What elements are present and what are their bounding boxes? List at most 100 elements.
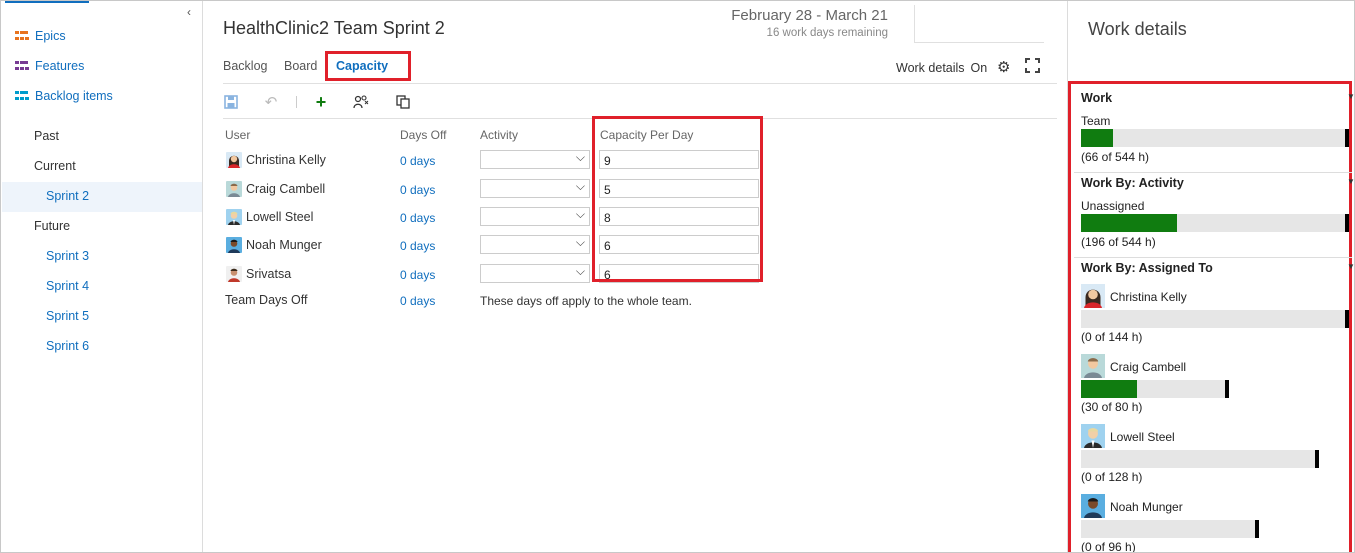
user-name: Christina Kelly — [246, 153, 326, 167]
team-days-off-label: Team Days Off — [225, 293, 308, 307]
save-icon[interactable] — [222, 93, 240, 111]
fullscreen-icon[interactable] — [1025, 58, 1040, 73]
work-details-state: On — [970, 61, 988, 75]
column-header-user: User — [225, 128, 251, 142]
capacity-tab-highlight — [325, 51, 411, 81]
team-days-off-link[interactable]: 0 days — [400, 294, 435, 308]
avatar — [1081, 284, 1105, 308]
sidebar-item-label: Backlog items — [35, 89, 113, 103]
capacity-marker — [1345, 129, 1349, 147]
assignee-bar — [1081, 310, 1349, 328]
column-header-activity: Activity — [480, 128, 519, 142]
assignee-summary: (0 of 128 h) — [1081, 470, 1143, 484]
work-details-panel: Work details Work ▼ Team (66 of 544 h) W… — [1067, 1, 1354, 552]
days-off-link[interactable]: 0 days — [400, 211, 435, 225]
add-icon[interactable]: + — [312, 92, 330, 112]
chevron-down-icon: ⌵ — [575, 207, 585, 221]
assignee-name: Christina Kelly — [1110, 290, 1187, 304]
caret-down-icon[interactable]: ▼ — [1347, 262, 1354, 271]
work-details-highlight: Work ▼ Team (66 of 544 h) Work By: Activ… — [1068, 81, 1354, 552]
activity-select[interactable]: ⌵ — [480, 207, 590, 226]
chevron-down-icon: ⌵ — [575, 235, 585, 249]
sidebar-group-future[interactable]: Future — [34, 219, 70, 233]
days-off-link[interactable]: 0 days — [400, 183, 435, 197]
tab-board[interactable]: Board — [284, 59, 317, 73]
activity-select[interactable]: ⌵ — [480, 179, 590, 198]
capacity-marker — [1345, 214, 1349, 232]
bar-fill — [1081, 380, 1137, 398]
assignee-name: Noah Munger — [1110, 500, 1183, 514]
tab-backlog[interactable]: Backlog — [223, 59, 267, 73]
section-divider — [1074, 257, 1352, 258]
capacity-marker — [1255, 520, 1259, 538]
work-details-toggle[interactable]: Work details On — [896, 61, 987, 75]
backlog-item-icon — [15, 91, 29, 101]
sidebar-item-label: Features — [35, 59, 85, 73]
user-name: Lowell Steel — [246, 210, 314, 224]
undo-icon[interactable]: ↶ — [262, 93, 280, 111]
days-off-link[interactable]: 0 days — [400, 239, 435, 253]
work-days-remaining: 16 work days remaining — [766, 27, 888, 39]
avatar — [226, 152, 242, 168]
section-title-by-activity[interactable]: Work By: Activity — [1081, 176, 1184, 190]
section-divider — [1074, 172, 1352, 173]
avatar — [1081, 494, 1105, 518]
capacity-marker — [1345, 310, 1349, 328]
sidebar-item-sprint-3[interactable]: Sprint 3 — [46, 249, 89, 263]
sidebar-item-sprint-5[interactable]: Sprint 5 — [46, 309, 89, 323]
toolbar-separator — [296, 96, 297, 108]
caret-down-icon[interactable]: ▼ — [1347, 92, 1354, 101]
assignee-bar — [1081, 520, 1259, 538]
gear-icon[interactable]: ⚙ — [997, 58, 1010, 76]
avatar — [1081, 424, 1105, 448]
sidebar-item-sprint-2[interactable]: Sprint 2 — [46, 189, 89, 203]
activity-select[interactable]: ⌵ — [480, 150, 590, 169]
left-sidebar: ‹ Epics Features Backlog items Past Curr… — [1, 1, 203, 552]
bar-fill — [1081, 129, 1113, 147]
activity-select[interactable]: ⌵ — [480, 235, 590, 254]
date-divider — [914, 5, 1044, 43]
days-off-link[interactable]: 0 days — [400, 154, 435, 168]
user-name: Srivatsa — [246, 267, 292, 281]
chevron-down-icon: ⌵ — [575, 179, 585, 193]
activity-unassigned-summary: (196 of 544 h) — [1081, 235, 1156, 249]
team-days-off-row: Team Days Off 0 days These days off appl… — [204, 289, 764, 311]
work-details-title: Work details — [1088, 19, 1187, 39]
caret-down-icon[interactable]: ▼ — [1347, 177, 1354, 186]
work-details-label: Work details — [896, 61, 965, 75]
avatar — [226, 181, 242, 197]
chevron-left-icon[interactable]: ‹ — [187, 5, 191, 19]
user-name: Noah Munger — [246, 238, 322, 252]
sprint-date-range: February 28 - March 21 — [731, 7, 888, 24]
copy-icon[interactable] — [394, 93, 412, 111]
sidebar-item-sprint-6[interactable]: Sprint 6 — [46, 339, 89, 353]
add-missing-members-icon[interactable] — [352, 93, 370, 111]
section-title-by-assigned[interactable]: Work By: Assigned To — [1081, 261, 1213, 275]
capacity-marker — [1225, 380, 1229, 398]
chevron-down-icon: ⌵ — [575, 264, 585, 278]
avatar — [226, 209, 242, 225]
sidebar-active-indicator — [5, 1, 89, 3]
chevron-down-icon: ⌵ — [575, 150, 585, 164]
assignee-name: Lowell Steel — [1110, 430, 1175, 444]
work-team-bar — [1081, 129, 1349, 147]
sidebar-selection-highlight — [2, 182, 202, 212]
work-team-summary: (66 of 544 h) — [1081, 150, 1150, 164]
assignee-summary: (30 of 80 h) — [1081, 400, 1143, 414]
sidebar-item-features[interactable]: Features — [15, 56, 84, 76]
column-header-days-off: Days Off — [400, 128, 447, 142]
page-title: HealthClinic2 Team Sprint 2 — [223, 18, 445, 38]
sidebar-item-backlog-items[interactable]: Backlog items — [15, 86, 113, 106]
activity-select[interactable]: ⌵ — [480, 264, 590, 283]
team-days-off-note: These days off apply to the whole team. — [480, 294, 692, 308]
work-team-label: Team — [1081, 114, 1111, 128]
capacity-marker — [1315, 450, 1319, 468]
section-title-work[interactable]: Work — [1081, 91, 1112, 105]
sidebar-item-epics[interactable]: Epics — [15, 26, 66, 46]
assignee-bar — [1081, 450, 1319, 468]
sidebar-group-current[interactable]: Current — [34, 159, 76, 173]
days-off-link[interactable]: 0 days — [400, 268, 435, 282]
sidebar-item-sprint-4[interactable]: Sprint 4 — [46, 279, 89, 293]
sidebar-group-past[interactable]: Past — [34, 129, 59, 143]
activity-unassigned-bar — [1081, 214, 1349, 232]
